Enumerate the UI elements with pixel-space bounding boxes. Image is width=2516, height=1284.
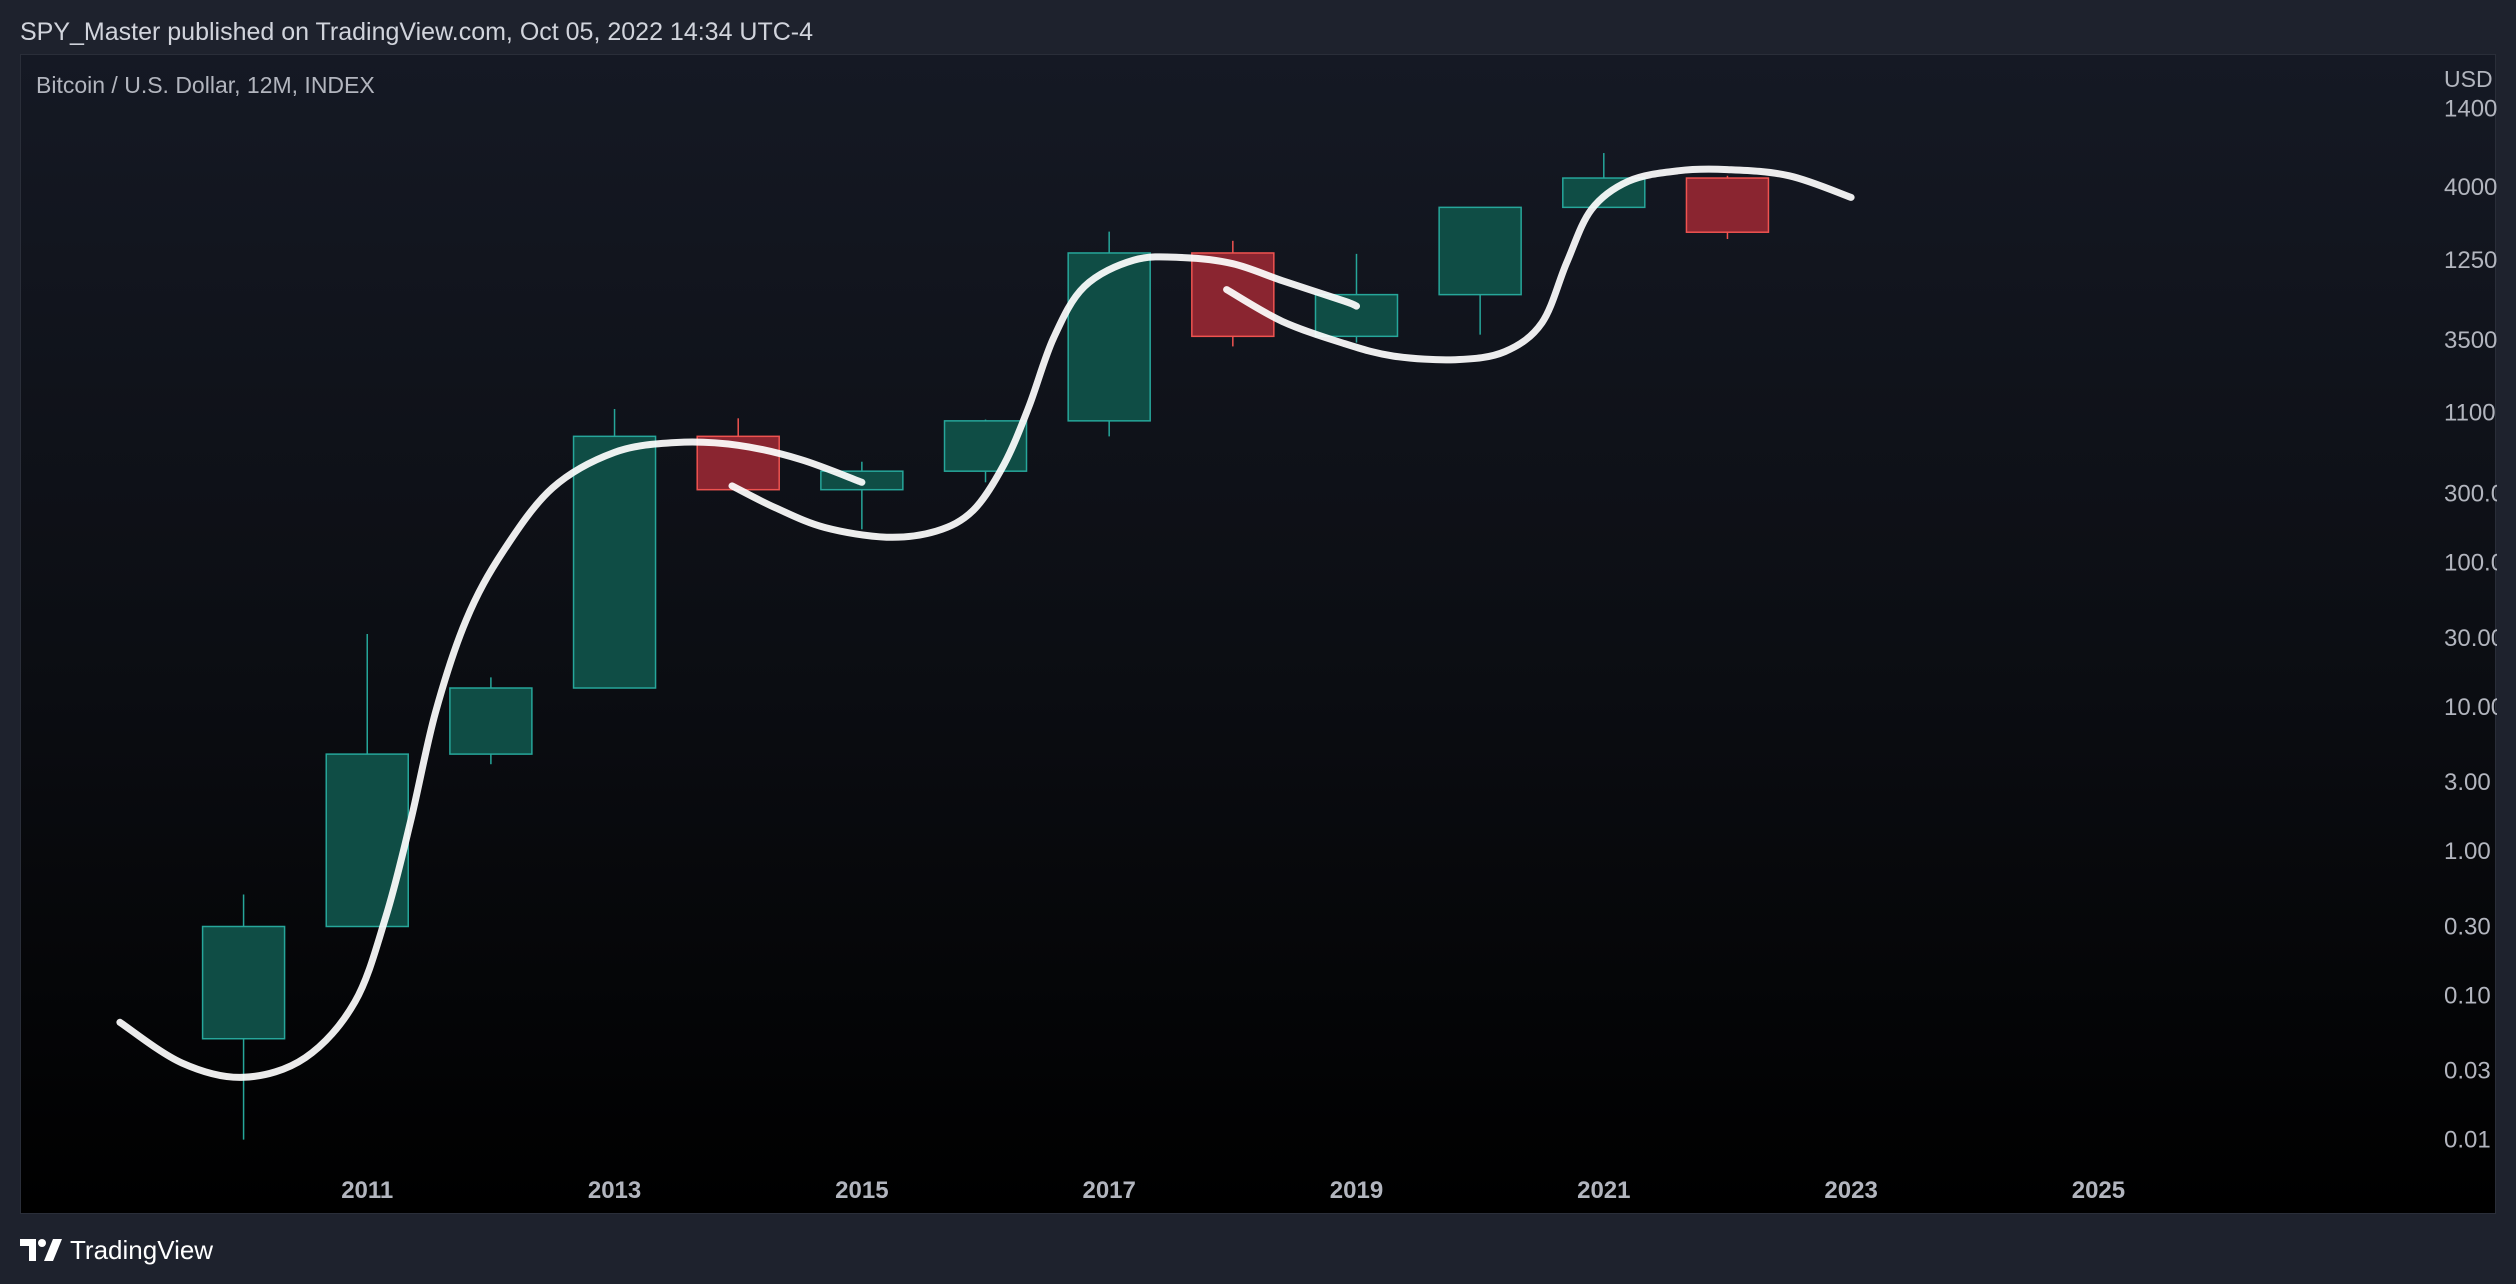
x-tick-label: 2013 bbox=[588, 1177, 641, 1204]
x-tick-label: 2021 bbox=[1577, 1177, 1630, 1204]
bitcoin-yearly-chart[interactable]: USD 140000.00 40000.00 12500.00 3500.00 1100.… bbox=[21, 55, 2497, 1215]
y-tick-label: 3500.00 bbox=[2444, 327, 2497, 354]
candle-body-bullish[interactable] bbox=[1067, 252, 1151, 422]
y-tick-label: 3.00 bbox=[2444, 769, 2491, 796]
candle-body-bullish[interactable] bbox=[1438, 206, 1522, 296]
y-tick-label: 10.00 bbox=[2444, 694, 2497, 721]
publisher-line: SPY_Master published on TradingView.com,… bbox=[20, 18, 814, 46]
candle-body-bullish[interactable] bbox=[1314, 293, 1399, 338]
candle-body-bullish[interactable] bbox=[449, 687, 533, 755]
y-tick-label: 300.00 bbox=[2444, 481, 2497, 508]
x-tick-label: 2019 bbox=[1330, 1177, 1383, 1204]
tradingview-brand[interactable]: TradingView bbox=[20, 1230, 213, 1270]
candle-body-bullish[interactable] bbox=[572, 435, 657, 689]
candle-body-bullish[interactable] bbox=[325, 753, 409, 928]
y-tick-label: 140000.00 bbox=[2444, 96, 2497, 123]
y-tick-label: 12500.00 bbox=[2444, 247, 2497, 274]
y-tick-label: 0.30 bbox=[2444, 913, 2491, 940]
x-tick-label: 2015 bbox=[835, 1177, 888, 1204]
x-tick-label: 2017 bbox=[1082, 1177, 1135, 1204]
chart-panel[interactable]: USD 140000.00 40000.00 12500.00 3500.00 1100.… bbox=[20, 54, 2497, 1215]
y-tick-label: 40000.00 bbox=[2444, 174, 2497, 201]
symbol-title: Bitcoin / U.S. Dollar, 12M, INDEX bbox=[36, 72, 375, 98]
x-tick-label: 2011 bbox=[341, 1177, 393, 1204]
y-axis-unit-label: USD bbox=[2444, 66, 2493, 92]
candle-body-bearish[interactable] bbox=[1685, 177, 1770, 233]
candle-body-bullish[interactable] bbox=[201, 925, 286, 1040]
y-tick-label: 1100.00 bbox=[2444, 399, 2497, 426]
y-tick-label: 30.00 bbox=[2444, 625, 2497, 652]
y-tick-label: 1.00 bbox=[2444, 838, 2491, 865]
y-tick-label: 0.01 bbox=[2444, 1127, 2491, 1154]
x-tick-label: 2023 bbox=[1824, 1177, 1877, 1204]
y-tick-label: 100.00 bbox=[2444, 550, 2497, 577]
tradingview-logo-icon bbox=[20, 1239, 62, 1261]
brand-name: TradingView bbox=[70, 1234, 214, 1265]
y-tick-label: 0.03 bbox=[2444, 1058, 2491, 1085]
x-tick-label: 2025 bbox=[2072, 1177, 2125, 1204]
y-tick-label: 0.10 bbox=[2444, 982, 2491, 1009]
